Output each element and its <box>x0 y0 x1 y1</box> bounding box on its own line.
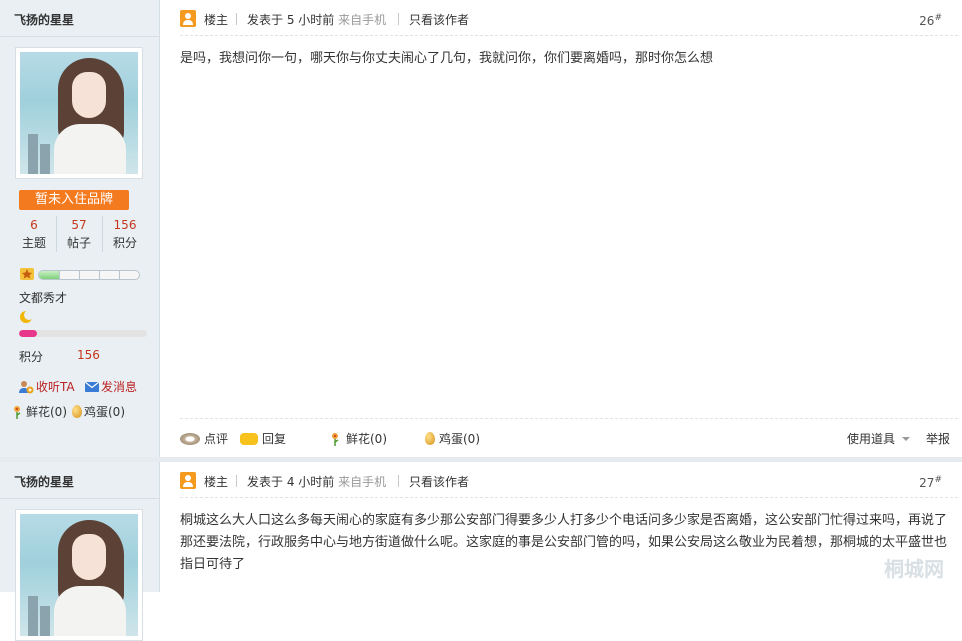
post-floor-27: 飞扬的星星 楼主 发表于 4 小时前 来自手机 只看该作者 27# 桐城这么大人… <box>0 462 962 641</box>
floor-number[interactable]: 27# <box>919 475 942 490</box>
owner-label: 楼主 <box>204 475 229 489</box>
user-sidebar: 飞扬的星星 <box>0 462 160 641</box>
report-link[interactable]: 举报 <box>926 430 950 447</box>
flower-icon <box>14 405 21 419</box>
post-main: 楼主 发表于 5 小时前 来自手机 只看该作者 26# 是吗，我想问你一句，哪天… <box>160 0 962 458</box>
flower-icon <box>332 432 339 446</box>
author-icon <box>180 10 196 27</box>
sidebar-egg[interactable]: 鸡蛋(0) <box>72 403 125 420</box>
post-actions: 点评 回复 鲜花(0) 鸡蛋(0) 使用道具 举报 <box>180 418 958 455</box>
reply-icon <box>240 432 258 445</box>
egg-icon <box>72 405 82 418</box>
floor-number[interactable]: 26# <box>919 13 942 28</box>
flower-count: 鲜花(0) <box>26 405 67 419</box>
comment-button[interactable]: 点评 <box>180 430 228 447</box>
points-value: 156 <box>77 348 100 362</box>
stat-posts[interactable]: 57 帖子 <box>56 216 101 252</box>
username-link[interactable]: 飞扬的星星 <box>14 11 74 28</box>
stat-value: 156 <box>113 218 137 232</box>
comment-icon <box>180 432 200 445</box>
avatar-image <box>20 514 138 636</box>
post-content: 桐城这么大人口这么多每天闹心的家庭有多少那公安部门得要多少人打多少个电话问多少家… <box>180 513 948 572</box>
send-message-button[interactable]: 发消息 <box>85 378 137 395</box>
follow-user-icon <box>19 380 34 393</box>
avatar[interactable] <box>15 47 143 179</box>
flower-button[interactable]: 鲜花(0) <box>330 430 387 447</box>
stat-value: 6 <box>30 218 38 232</box>
level-name: 文都秀才 <box>19 291 68 305</box>
level-progress-fill <box>39 271 59 279</box>
post-source: 来自手机 <box>338 475 387 489</box>
stat-points[interactable]: 156 积分 <box>102 216 147 252</box>
sidebar-flower[interactable]: 鲜花(0) <box>12 403 67 420</box>
egg-count: 鸡蛋(0) <box>84 405 125 419</box>
caret-down-icon <box>902 436 910 441</box>
avatar[interactable] <box>15 509 143 641</box>
stat-value: 57 <box>71 218 87 232</box>
brand-button[interactable]: 暂未入住品牌 <box>19 190 129 210</box>
owner-label: 楼主 <box>204 13 229 27</box>
points-progress-fill <box>19 330 37 337</box>
user-stats: 6 主题 57 帖子 156 积分 <box>12 216 148 256</box>
stat-topics[interactable]: 6 主题 <box>12 216 56 252</box>
user-sidebar: 飞扬的星星 暂未入住品牌 6 主题 57 帖子 156 积分 文都秀才 积分 1… <box>0 0 160 458</box>
post-time: 发表于 5 小时前 来自手机 <box>247 13 387 27</box>
avatar-image <box>20 52 138 174</box>
post-source: 来自手机 <box>338 13 387 27</box>
author-icon <box>180 472 196 489</box>
only-author-link[interactable]: 只看该作者 <box>409 11 469 28</box>
use-tools-dropdown[interactable]: 使用道具 <box>847 430 910 447</box>
follow-label: 收听TA <box>36 380 75 394</box>
post-header: 楼主 发表于 5 小时前 来自手机 只看该作者 26# <box>180 10 958 28</box>
level-progress-bar <box>38 270 140 280</box>
divider <box>0 36 159 37</box>
post-main: 楼主 发表于 4 小时前 来自手机 只看该作者 27# 桐城这么大人口这么多每天… <box>160 462 962 592</box>
mail-icon <box>85 381 99 392</box>
only-author-link[interactable]: 只看该作者 <box>409 473 469 490</box>
message-label: 发消息 <box>101 380 138 394</box>
follow-button[interactable]: 收听TA <box>18 378 75 395</box>
stat-label: 主题 <box>21 236 46 250</box>
egg-button[interactable]: 鸡蛋(0) <box>425 430 480 447</box>
stat-label: 积分 <box>112 236 137 250</box>
divider <box>180 497 958 498</box>
post-floor-26: 飞扬的星星 暂未入住品牌 6 主题 57 帖子 156 积分 文都秀才 积分 1… <box>0 0 962 458</box>
username-link[interactable]: 飞扬的星星 <box>14 473 74 490</box>
stat-label: 帖子 <box>66 236 91 250</box>
site-watermark: 桐城网 <box>884 557 944 581</box>
divider <box>0 498 159 499</box>
divider <box>180 35 958 36</box>
points-progress-bar <box>19 330 147 337</box>
level-star-icon <box>20 268 34 280</box>
post-content: 是吗，我想问你一句，哪天你与你丈夫闹心了几句，我就问你，你们要离婚吗，那时你怎么… <box>180 51 714 66</box>
egg-icon <box>425 432 435 445</box>
moon-icon <box>20 310 33 323</box>
post-header: 楼主 发表于 4 小时前 来自手机 只看该作者 27# <box>180 472 958 490</box>
points-label: 积分 <box>19 350 44 364</box>
reply-button[interactable]: 回复 <box>240 430 286 447</box>
post-time: 发表于 4 小时前 来自手机 <box>247 475 387 489</box>
